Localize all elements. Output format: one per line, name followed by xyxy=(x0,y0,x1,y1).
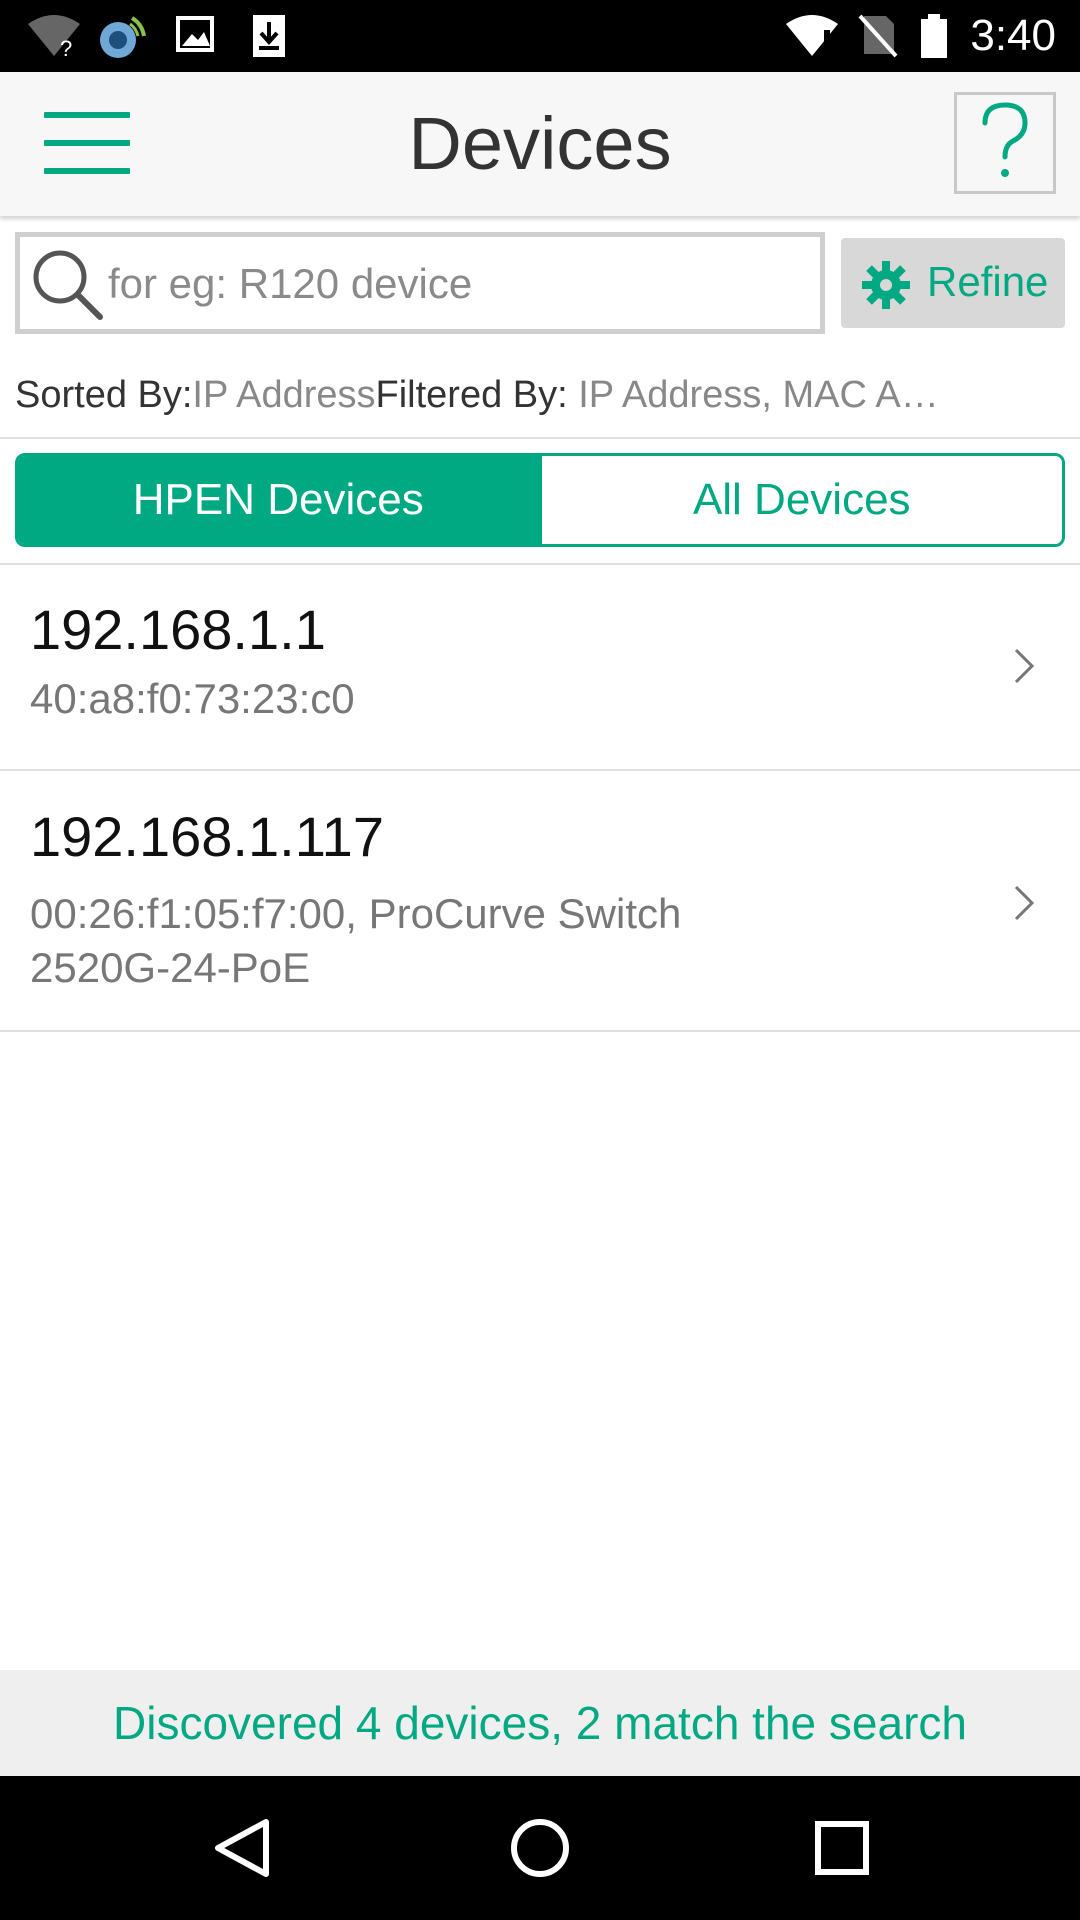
sync-app-icon xyxy=(96,12,150,65)
device-ip: 192.168.1.117 xyxy=(30,805,384,868)
status-time: 3:40 xyxy=(970,11,1056,60)
no-sim-icon xyxy=(858,12,898,63)
device-mac: 40:a8:f0:73:23:c0 xyxy=(30,675,355,722)
sort-filter-summary: Sorted By:IP AddressFiltered By: IP Addr… xyxy=(15,372,1065,422)
device-row[interactable]: 192.168.1.117 00:26:f1:05:f7:00, ProCurv… xyxy=(0,771,1080,1031)
search-box xyxy=(15,232,825,334)
download-icon xyxy=(250,12,290,65)
tab-hpen-devices[interactable]: HPEN Devices xyxy=(18,456,539,544)
home-circle-icon[interactable] xyxy=(508,1816,572,1885)
battery-icon xyxy=(918,12,952,65)
sorted-by-value: IP Address xyxy=(192,374,376,416)
wifi-alert-icon xyxy=(784,12,840,63)
recents-square-icon[interactable] xyxy=(810,1816,874,1885)
help-button[interactable] xyxy=(954,92,1056,194)
app-bar: Devices xyxy=(0,72,1080,216)
chevron-right-icon xyxy=(1012,883,1036,928)
svg-text:?: ? xyxy=(60,36,72,58)
refine-button[interactable]: Refine xyxy=(841,238,1065,328)
back-triangle-icon[interactable] xyxy=(210,1816,274,1885)
device-type-tabs: HPEN Devices All Devices xyxy=(15,453,1065,547)
status-bar: ? 3:40 xyxy=(0,0,1080,72)
divider xyxy=(0,563,1080,565)
filtered-by-value: IP Address, MAC A… xyxy=(567,374,939,416)
device-details: 00:26:f1:05:f7:00, ProCurve Switch xyxy=(30,890,682,937)
device-ip: 192.168.1.1 xyxy=(30,598,326,661)
sorted-by-label: Sorted By: xyxy=(15,374,193,416)
divider xyxy=(0,437,1080,439)
divider xyxy=(0,1030,1080,1032)
search-input[interactable] xyxy=(106,245,810,323)
image-notification-icon xyxy=(176,12,216,61)
navigation-bar xyxy=(0,1776,1080,1920)
device-model: 2520G-24-PoE xyxy=(30,944,311,991)
device-row[interactable]: 192.168.1.1 40:a8:f0:73:23:c0 xyxy=(0,566,1080,770)
chevron-right-icon xyxy=(1012,646,1036,691)
search-icon xyxy=(30,247,106,328)
gear-icon xyxy=(861,260,911,315)
tab-all-devices[interactable]: All Devices xyxy=(538,456,1062,544)
filtered-by-label: Filtered By: xyxy=(375,374,568,416)
page-title: Devices xyxy=(408,102,672,185)
question-mark-icon xyxy=(975,101,1035,186)
wifi-unknown-icon: ? xyxy=(26,12,82,63)
refine-label: Refine xyxy=(927,258,1049,305)
discovery-status: Discovered 4 devices, 2 match the search xyxy=(0,1670,1080,1776)
